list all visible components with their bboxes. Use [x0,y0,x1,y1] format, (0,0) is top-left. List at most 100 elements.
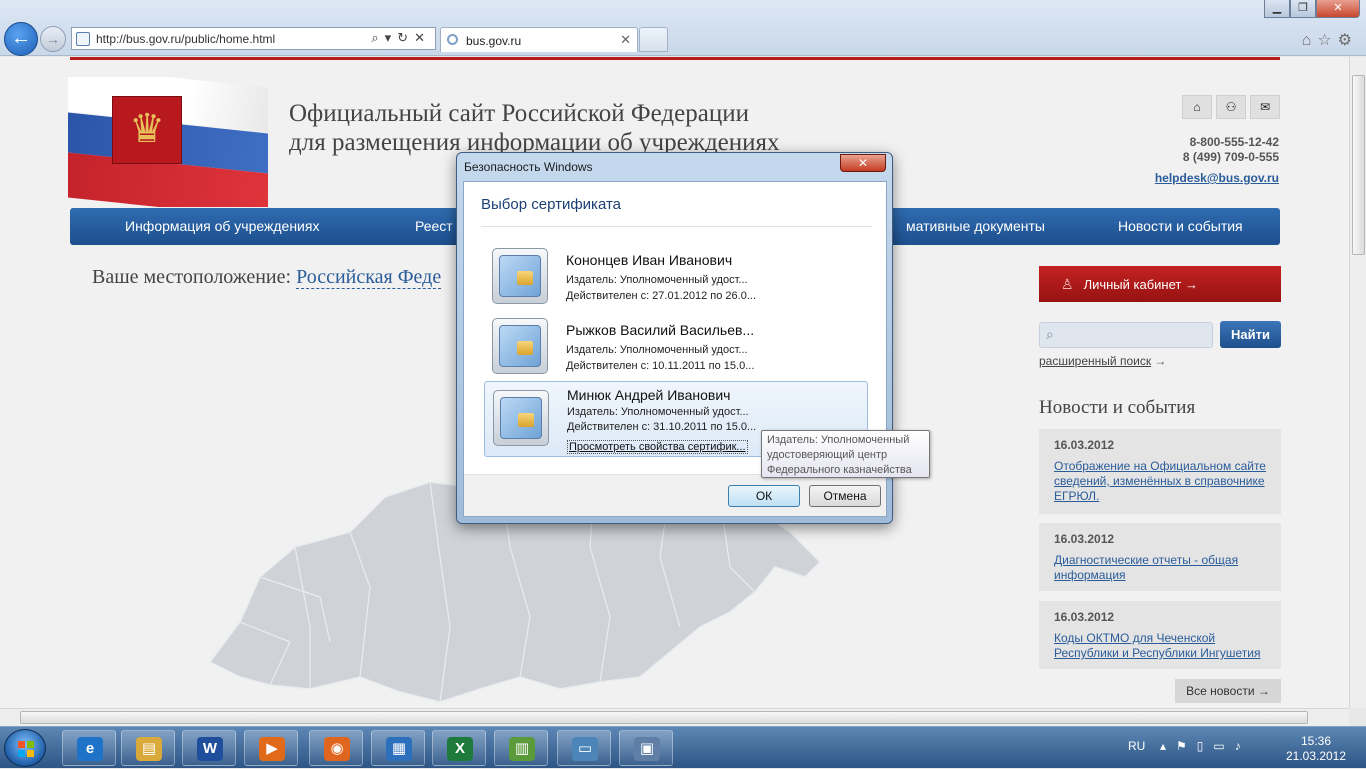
news-date: 16.03.2012 [1054,438,1115,452]
news-link[interactable]: Коды ОКТМО для Чеченской Республики и Ре… [1054,631,1266,661]
firefox-icon: ◉ [324,737,350,761]
coat-of-arms-icon: ♛ [112,96,182,164]
taskbar-button[interactable]: e [62,730,116,766]
view-certificate-properties-link[interactable]: Просмотреть свойства сертифик... [567,440,748,454]
location-link[interactable]: Российская Феде [296,266,442,289]
tooltip-line: Федерального казначейства [767,464,912,476]
folder-icon: ▤ [136,737,162,761]
word-icon: W [197,737,223,761]
maximize-button[interactable]: ❐ [1290,0,1316,18]
menu-item-institutions[interactable]: Информация об учреждениях [125,208,319,245]
taskbar-button[interactable]: X [432,730,486,766]
new-tab-button[interactable] [639,27,668,52]
minimize-button[interactable]: ▁ [1264,0,1290,18]
menu-item-registry[interactable]: Реест [415,208,453,245]
certificate-card-icon [492,318,548,374]
dialog-separator [481,226,872,227]
menu-item-news[interactable]: Новости и события [1118,208,1243,245]
search-icon: ⌕ [1046,326,1054,342]
news-item: 16.03.2012 Коды ОКТМО для Чеченской Респ… [1039,601,1281,669]
volume-icon[interactable]: ♪ [1235,739,1251,753]
control-panel-icon: ▣ [634,737,660,761]
certificate-item[interactable]: Рыжков Василий Васильев... Издатель: Упо… [484,314,868,380]
cabinet-label: Личный кабинет → [1083,277,1198,292]
certificate-issuer: Издатель: Уполномоченный удост... [567,406,749,418]
taskbar-button[interactable]: ▤ [121,730,175,766]
flag-icon[interactable]: ⚑ [1176,739,1197,753]
start-button[interactable] [4,729,46,767]
back-button[interactable]: ← [4,22,38,56]
news-item: 16.03.2012 Диагностические отчеты - обща… [1039,523,1281,591]
clock[interactable]: 15:36 21.03.2012 [1276,734,1356,764]
site-tools: ⌂ ⚇ ✉ [1178,95,1280,119]
horizontal-scroll-thumb[interactable] [20,711,1308,724]
media-player-icon: ▶ [259,737,285,761]
mail-icon[interactable]: ✉ [1250,95,1280,119]
location: Ваше местоположение: Российская Феде [92,266,442,289]
sitemap-icon[interactable]: ⚇ [1216,95,1246,119]
address-url[interactable]: http://bus.gov.ru/public/home.html [96,32,275,46]
home-icon[interactable]: ⌂ [1302,32,1318,49]
all-news-button[interactable]: Все новости → [1175,679,1281,703]
taskbar: e ▤ W ▶ ◉ ▦ X ▥ ▭ ▣ RU ▴⚑▯▭♪ 15:36 21.03.2012 [0,726,1366,768]
dialog-close-button[interactable]: ✕ [840,154,886,172]
ok-button[interactable]: ОК [728,485,800,507]
certificate-validity: Действителен с: 31.10.2011 по 15.0... [567,421,757,433]
address-bar[interactable]: http://bus.gov.ru/public/home.html ⌕▾↻✕ [71,27,436,50]
language-indicator[interactable]: RU [1128,739,1145,753]
horizontal-scrollbar[interactable] [0,708,1349,726]
tab-title: bus.gov.ru [466,34,522,48]
menu-item-documents[interactable]: мативные документы [906,208,1045,245]
refresh-icon[interactable]: ↻ [397,30,414,45]
arrow-right-icon: → [46,31,60,47]
search-input[interactable]: ⌕ [1039,322,1213,348]
show-hidden-icons-icon[interactable]: ▴ [1160,739,1176,753]
search-icon[interactable]: ⌕ [371,30,384,45]
news-heading: Новости и события [1039,397,1196,418]
network-icon[interactable]: ▭ [1213,739,1234,753]
home-icon[interactable]: ⌂ [1182,95,1212,119]
news-date: 16.03.2012 [1054,610,1115,624]
search-button[interactable]: Найти [1220,321,1281,348]
device-icon[interactable]: ▯ [1197,739,1214,753]
news-item: 16.03.2012 Отображение на Официальном са… [1039,429,1281,514]
gear-icon[interactable]: ⚙ [1338,32,1358,49]
favorites-star-icon[interactable]: ☆ [1317,32,1337,49]
phone-2: 8 (499) 709-0-555 [1182,150,1279,164]
top-red-line [70,57,1280,60]
site-title-line1: Официальный сайт Российской Федерации [289,100,749,127]
taskbar-button[interactable]: W [182,730,236,766]
certificate-item[interactable]: Кононцев Иван Иванович Издатель: Уполном… [484,244,868,310]
vertical-scrollbar[interactable] [1349,57,1366,708]
dialog-title: Безопасность Windows [464,160,593,174]
address-tools: ⌕▾↻✕ [371,30,431,46]
issuer-tooltip: Издатель: Уполномоченный удостоверяющий … [761,430,930,478]
tab-close-icon[interactable]: ✕ [620,32,631,48]
cancel-button[interactable]: Отмена [809,485,881,507]
taskbar-button[interactable]: ▣ [619,730,673,766]
vertical-scroll-thumb[interactable] [1352,75,1365,255]
tooltip-line: Издатель: Уполномоченный [767,434,910,446]
forward-button[interactable]: → [40,26,66,52]
taskbar-button[interactable]: ▭ [557,730,611,766]
taskbar-button[interactable]: ▦ [371,730,425,766]
advanced-search-link[interactable]: расширенный поиск [1039,354,1151,368]
news-link[interactable]: Диагностические отчеты - общая информаци… [1054,553,1266,583]
certificate-name: Кононцев Иван Иванович [566,252,733,268]
taskbar-button[interactable]: ▥ [494,730,548,766]
personal-cabinet-button[interactable]: ♙ Личный кабинет → [1039,266,1281,302]
news-link[interactable]: Отображение на Официальном сайте сведени… [1054,459,1266,504]
close-icon: ✕ [857,156,869,170]
taskbar-button[interactable]: ◉ [309,730,363,766]
certificate-name: Рыжков Василий Васильев... [566,322,755,338]
dropdown-icon[interactable]: ▾ [385,30,398,45]
browser-tab[interactable]: bus.gov.ru ✕ [440,27,638,52]
clock-date: 21.03.2012 [1285,749,1347,763]
stop-icon[interactable]: ✕ [414,30,431,45]
helpdesk-email-link[interactable]: helpdesk@bus.gov.ru [1155,171,1279,186]
close-window-button[interactable]: ✕ [1316,0,1360,18]
advanced-search: расширенный поиск → [1039,354,1166,368]
taskbar-button[interactable]: ▶ [244,730,298,766]
dialog-heading: Выбор сертификата [481,196,622,213]
advanced-search-arrow: → [1154,354,1167,368]
